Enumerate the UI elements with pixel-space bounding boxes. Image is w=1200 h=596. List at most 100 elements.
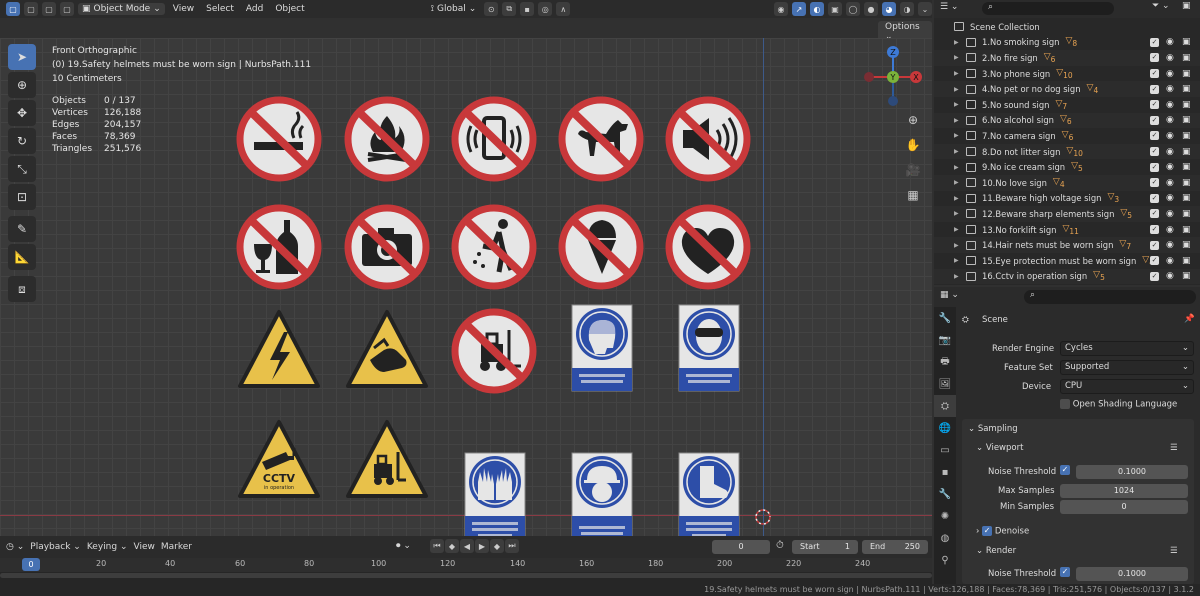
eye-icon[interactable]: ◉ (1166, 209, 1174, 219)
properties-search-input[interactable]: ⌕ (1024, 290, 1196, 304)
disclosure-triangle-icon[interactable]: ▶ (954, 195, 962, 202)
denoise-header[interactable]: › ✓ Denoise (976, 526, 1029, 537)
list-icon[interactable]: ☰ (1170, 546, 1178, 556)
modifier-tab-icon[interactable]: 🔧 (934, 483, 956, 505)
snap-icon[interactable]: ⧉ (502, 2, 517, 16)
feature-set-dropdown[interactable]: Supported ⌄ (1060, 360, 1194, 375)
particles-tab-icon[interactable]: ✺ (934, 505, 956, 527)
menu-select[interactable]: Select (202, 3, 238, 15)
select-box-icon[interactable]: ▢ (6, 2, 20, 16)
no-sound-sign[interactable] (665, 96, 751, 182)
osl-checkbox[interactable]: Open Shading Language (1060, 399, 1177, 410)
exclude-checkbox[interactable]: ✓ (1150, 178, 1159, 188)
filter-icon[interactable]: ⏷ ⌄ (1152, 1, 1170, 11)
eye-icon[interactable]: ◉ (1166, 100, 1174, 110)
disclosure-triangle-icon[interactable]: ▶ (954, 132, 962, 139)
disclosure-triangle-icon[interactable]: ▶ (954, 117, 962, 124)
eye-icon[interactable]: ◉ (1166, 69, 1174, 79)
world-tab-icon[interactable]: 🌐 (934, 417, 956, 439)
disclosure-triangle-icon[interactable]: ▶ (954, 210, 962, 217)
outliner-row[interactable]: ▶ 2.No fire sign ▽6 ✓ ◉ ▣ (934, 50, 1200, 66)
no-ice-cream-sign[interactable] (558, 204, 644, 290)
exclude-checkbox[interactable]: ✓ (1150, 37, 1159, 47)
camera-icon[interactable]: ▣ (1182, 84, 1191, 94)
cctv-sign[interactable]: CCTV in operation (236, 418, 322, 504)
camera-icon[interactable]: ▣ (1182, 131, 1191, 141)
render-noise-threshold-field[interactable]: 0.1000 (1076, 567, 1188, 581)
render-tab-icon[interactable]: 📷 (934, 329, 956, 351)
xray-icon[interactable]: ▣ (828, 2, 842, 16)
camera-icon[interactable]: ▣ (1182, 193, 1191, 203)
exclude-checkbox[interactable]: ✓ (1150, 209, 1159, 219)
exclude-checkbox[interactable]: ✓ (1150, 100, 1159, 110)
rotate-tool-icon[interactable]: ↻ (8, 128, 36, 154)
object-tab-icon[interactable]: ▪ (934, 461, 956, 483)
eye-icon[interactable]: ◉ (1166, 271, 1174, 281)
disclosure-triangle-icon[interactable]: ▶ (954, 273, 962, 280)
min-samples-field[interactable]: 0 (1060, 500, 1188, 514)
eye-icon[interactable]: ◉ (1166, 240, 1174, 250)
list-icon[interactable]: ☰ (1170, 443, 1178, 453)
menu-add[interactable]: Add (242, 3, 267, 15)
render-engine-dropdown[interactable]: Cycles ⌄ (1060, 341, 1194, 356)
render-noise-threshold-checkbox[interactable]: ✓ (1060, 567, 1070, 578)
exclude-checkbox[interactable]: ✓ (1150, 147, 1159, 157)
eye-icon[interactable]: ◉ (1166, 162, 1174, 172)
playhead[interactable]: 0 (22, 558, 40, 571)
camera-icon[interactable]: ▣ (1182, 178, 1191, 188)
disclosure-triangle-icon[interactable]: ▶ (954, 257, 962, 264)
scene-collection-row[interactable]: Scene Collection (934, 19, 1200, 35)
camera-icon[interactable]: ▣ (1182, 240, 1191, 250)
forklift-warning-sign[interactable] (344, 418, 430, 504)
transform-tool-icon[interactable]: ⊡ (8, 184, 36, 210)
outliner-row[interactable]: ▶ 8.Do not litter sign ▽10 ✓ ◉ ▣ (934, 143, 1200, 160)
exclude-checkbox[interactable]: ✓ (1150, 131, 1159, 141)
exclude-checkbox[interactable]: ✓ (1150, 84, 1159, 94)
device-dropdown[interactable]: CPU ⌄ (1060, 379, 1194, 394)
eye-icon[interactable]: ◉ (1166, 178, 1174, 188)
exclude-checkbox[interactable]: ✓ (1150, 256, 1159, 266)
overlay-toggle-icon[interactable]: ◐ (810, 2, 824, 16)
shading-rendered-icon[interactable]: ◑ (900, 2, 914, 16)
shading-wireframe-icon[interactable]: ◯ (846, 2, 860, 16)
scene-tab-icon[interactable]: ⛭ (934, 395, 956, 417)
exclude-checkbox[interactable]: ✓ (1150, 225, 1159, 235)
hair-nets-sign[interactable] (571, 304, 633, 392)
select-mode-icon[interactable]: ▢ (60, 2, 74, 16)
exclude-checkbox[interactable]: ✓ (1150, 53, 1159, 63)
camera-icon[interactable]: ▣ (1182, 69, 1191, 79)
hand-pan-icon[interactable]: ✋ (903, 135, 923, 155)
disclosure-triangle-icon[interactable]: ▶ (954, 164, 962, 171)
tool-tab-icon[interactable]: 🔧 (934, 307, 956, 329)
camera-icon[interactable]: ▣ (1182, 147, 1191, 157)
snap-target-icon[interactable]: ▪ (520, 2, 535, 16)
menu-playback[interactable]: Playback ⌄ (30, 542, 81, 552)
no-forklift-sign[interactable] (451, 308, 537, 394)
outliner-search-input[interactable]: ⌕ (982, 2, 1114, 15)
pin-icon[interactable]: 📌 (1184, 314, 1195, 324)
eye-icon[interactable]: ◉ (1166, 53, 1174, 63)
disclosure-triangle-icon[interactable]: ▶ (954, 70, 962, 77)
exclude-checkbox[interactable]: ✓ (1150, 115, 1159, 125)
menu-marker[interactable]: Marker (161, 542, 192, 552)
timeline-scrollbar[interactable] (0, 573, 932, 578)
frame-ruler[interactable]: 20 40 60 80 100 120 140 160 180 200 220 … (0, 558, 932, 572)
camera-icon[interactable]: ▣ (1182, 100, 1191, 110)
disclosure-triangle-icon[interactable]: ▶ (954, 54, 962, 61)
exclude-checkbox[interactable]: ✓ (1150, 193, 1159, 203)
navigation-gizmo[interactable]: Z X Y (862, 46, 924, 108)
outliner-row[interactable]: ▶ 6.No alcohol sign ▽6 ✓ ◉ ▣ (934, 112, 1200, 129)
select-tool-icon[interactable]: ➤ (8, 44, 36, 70)
eye-icon[interactable]: ◉ (1166, 147, 1174, 157)
3d-viewport[interactable]: ➤ ⊕ ✥ ↻ ⤡ ⊡ ✎ 📐 ⧈ Front Orthographic (0)… (0, 38, 932, 536)
physics-tab-icon[interactable]: ◍ (934, 527, 956, 549)
cursor-tool-icon[interactable]: ⊕ (8, 72, 36, 98)
exclude-checkbox[interactable]: ✓ (1150, 271, 1159, 281)
add-cube-tool-icon[interactable]: ⧈ (8, 276, 36, 302)
sharp-elements-sign[interactable] (344, 308, 430, 394)
outliner-row[interactable]: ▶ 4.No pet or no dog sign ▽4 ✓ ◉ ▣ (934, 81, 1200, 97)
outliner-row[interactable]: ▶ 3.No phone sign ▽10 ✓ ◉ ▣ (934, 66, 1200, 82)
sampling-header[interactable]: ⌄ Sampling (968, 424, 1018, 434)
render-subpanel-header[interactable]: ⌄ Render (976, 546, 1016, 556)
no-alcohol-sign[interactable] (236, 204, 322, 290)
